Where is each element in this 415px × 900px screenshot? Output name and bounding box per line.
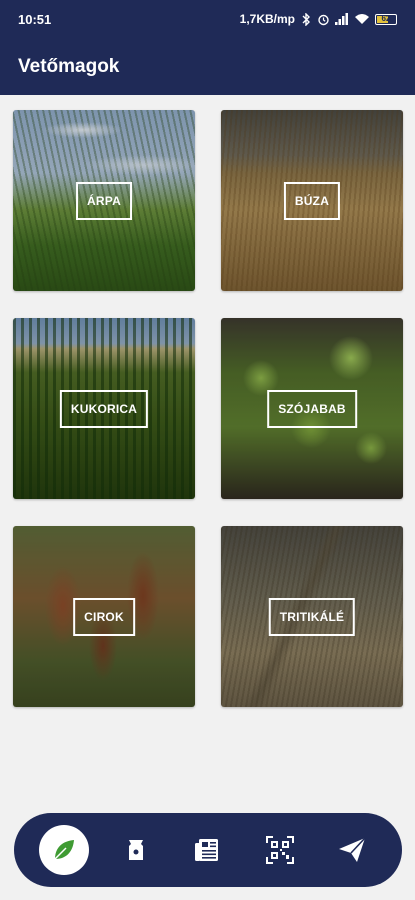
status-bar: 10:51 1,7KB/mp 62: [0, 0, 415, 38]
nav-item-seeds[interactable]: [39, 825, 89, 875]
category-label: SZÓJABAB: [267, 389, 357, 428]
leaf-icon: [54, 840, 74, 860]
battery-icon: 62: [375, 13, 397, 25]
qr-code-icon: [266, 836, 294, 864]
nav-item-send[interactable]: [327, 825, 377, 875]
app-bar: Vetőmagok: [0, 38, 415, 95]
category-tile-buza[interactable]: BÚZA: [221, 110, 403, 291]
status-icons: 1,7KB/mp 62: [240, 12, 397, 26]
page-title: Vetőmagok: [18, 55, 120, 77]
status-time: 10:51: [18, 11, 52, 27]
category-label: ÁRPA: [76, 181, 132, 220]
category-label: KUKORICA: [59, 389, 149, 428]
send-icon: [339, 837, 366, 862]
news-icon: [195, 839, 218, 861]
category-tile-cirok[interactable]: CIROK: [13, 526, 195, 707]
nav-item-news[interactable]: [183, 825, 233, 875]
network-speed: 1,7KB/mp: [239, 12, 295, 26]
bottom-navigation: [14, 813, 402, 887]
signal-icon: [335, 13, 348, 25]
category-tile-szojabab[interactable]: SZÓJABAB: [221, 318, 403, 499]
category-tile-arpa[interactable]: ÁRPA: [13, 110, 195, 291]
nav-item-qr-scanner[interactable]: [255, 825, 305, 875]
category-label: TRITIKÁLÉ: [268, 597, 356, 636]
alarm-icon: [318, 14, 329, 25]
category-tile-tritikale[interactable]: TRITIKÁLÉ: [221, 526, 403, 707]
category-label: CIROK: [73, 597, 135, 636]
wifi-icon: [355, 14, 369, 24]
seed-bag-icon: [129, 840, 143, 860]
category-tile-kukorica[interactable]: KUKORICA: [13, 318, 195, 499]
bluetooth-icon: [302, 12, 310, 26]
battery-level: 62: [381, 13, 391, 23]
category-label: BÚZA: [283, 181, 341, 220]
nav-item-seed-bags[interactable]: [111, 825, 161, 875]
